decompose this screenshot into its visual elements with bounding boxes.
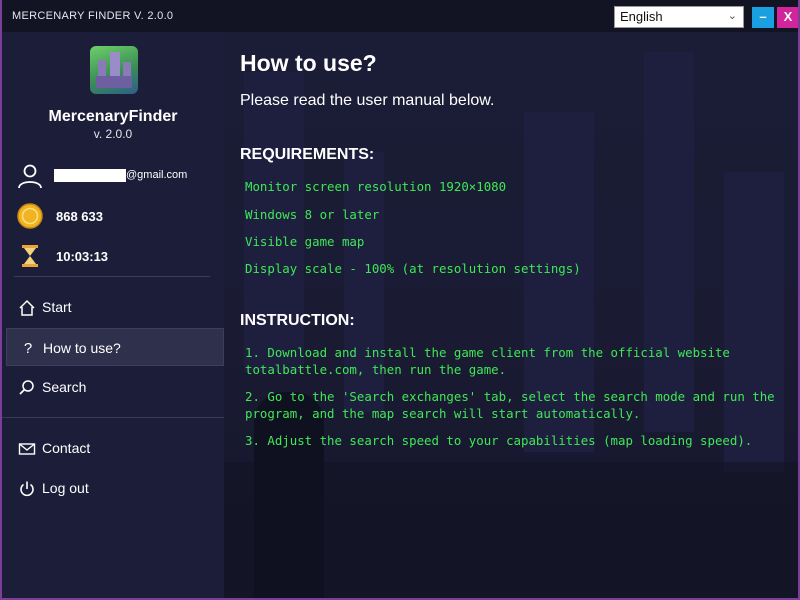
user-icon	[18, 164, 42, 189]
divider	[2, 417, 224, 418]
user-email-row: @gmail.com	[16, 162, 216, 190]
home-icon	[19, 299, 35, 316]
app-version: v. 2.0.0	[93, 127, 133, 141]
background-ground	[224, 462, 798, 598]
mail-icon	[18, 443, 36, 455]
email-redaction	[54, 169, 126, 182]
nav-label: Search	[42, 379, 87, 395]
language-select[interactable]: English ⌄	[614, 6, 744, 28]
close-button[interactable]: X	[777, 7, 798, 28]
page-title: How to use?	[240, 50, 377, 76]
requirement-item: Windows 8 or later	[245, 207, 380, 222]
nav-log-out[interactable]: Log out	[6, 469, 224, 507]
page-subtitle: Please read the user manual below.	[240, 92, 495, 109]
instruction-item: 1. Download and install the game client …	[245, 345, 730, 377]
balance-row: 868 633	[16, 202, 216, 230]
nav-label: How to use?	[43, 340, 121, 356]
nav-contact[interactable]: Contact	[6, 429, 224, 467]
user-email: @gmail.com	[126, 169, 188, 181]
sidebar: MercenaryFinder v. 2.0.0 @gmail.com 868 …	[2, 32, 224, 598]
background-tower	[724, 172, 784, 472]
divider	[14, 276, 210, 277]
minimize-button[interactable]: –	[752, 7, 774, 28]
language-selected-value: English	[620, 9, 663, 24]
instruction-item: 3. Adjust the search speed to your capab…	[245, 433, 753, 448]
instruction-item: 2. Go to the 'Search exchanges' tab, sel…	[245, 389, 775, 421]
hourglass-icon	[22, 245, 38, 267]
nav-start[interactable]: Start	[6, 288, 224, 326]
search-icon	[19, 380, 34, 395]
nav-how-to-use[interactable]: ? How to use?	[6, 328, 224, 366]
nav-label: Contact	[42, 440, 91, 456]
requirement-item: Display scale - 100% (at resolution sett…	[245, 261, 581, 276]
coin-icon	[17, 203, 43, 229]
nav-search[interactable]: Search	[6, 368, 224, 406]
app-name: MercenaryFinder	[48, 108, 178, 125]
chevron-down-icon: ⌄	[727, 10, 737, 22]
requirement-item: Monitor screen resolution 1920×1080	[245, 179, 507, 194]
question-icon: ?	[23, 340, 33, 357]
power-icon	[20, 481, 34, 497]
requirement-item: Visible game map	[245, 234, 365, 249]
nav-label: Start	[42, 299, 72, 315]
instruction-heading: INSTRUCTION:	[240, 312, 355, 329]
app-logo	[90, 46, 138, 94]
nav-label: Log out	[42, 480, 89, 496]
window-title: MERCENARY FINDER V. 2.0.0	[12, 10, 174, 22]
app-window: MERCENARY FINDER V. 2.0.0 English ⌄ – X …	[0, 0, 800, 600]
requirements-heading: REQUIREMENTS:	[240, 146, 375, 163]
timer-row: 10:03:13	[16, 242, 216, 270]
title-bar[interactable]: MERCENARY FINDER V. 2.0.0 English ⌄ – X	[2, 0, 798, 32]
coin-balance: 868 633	[56, 209, 103, 224]
session-timer: 10:03:13	[56, 249, 109, 264]
